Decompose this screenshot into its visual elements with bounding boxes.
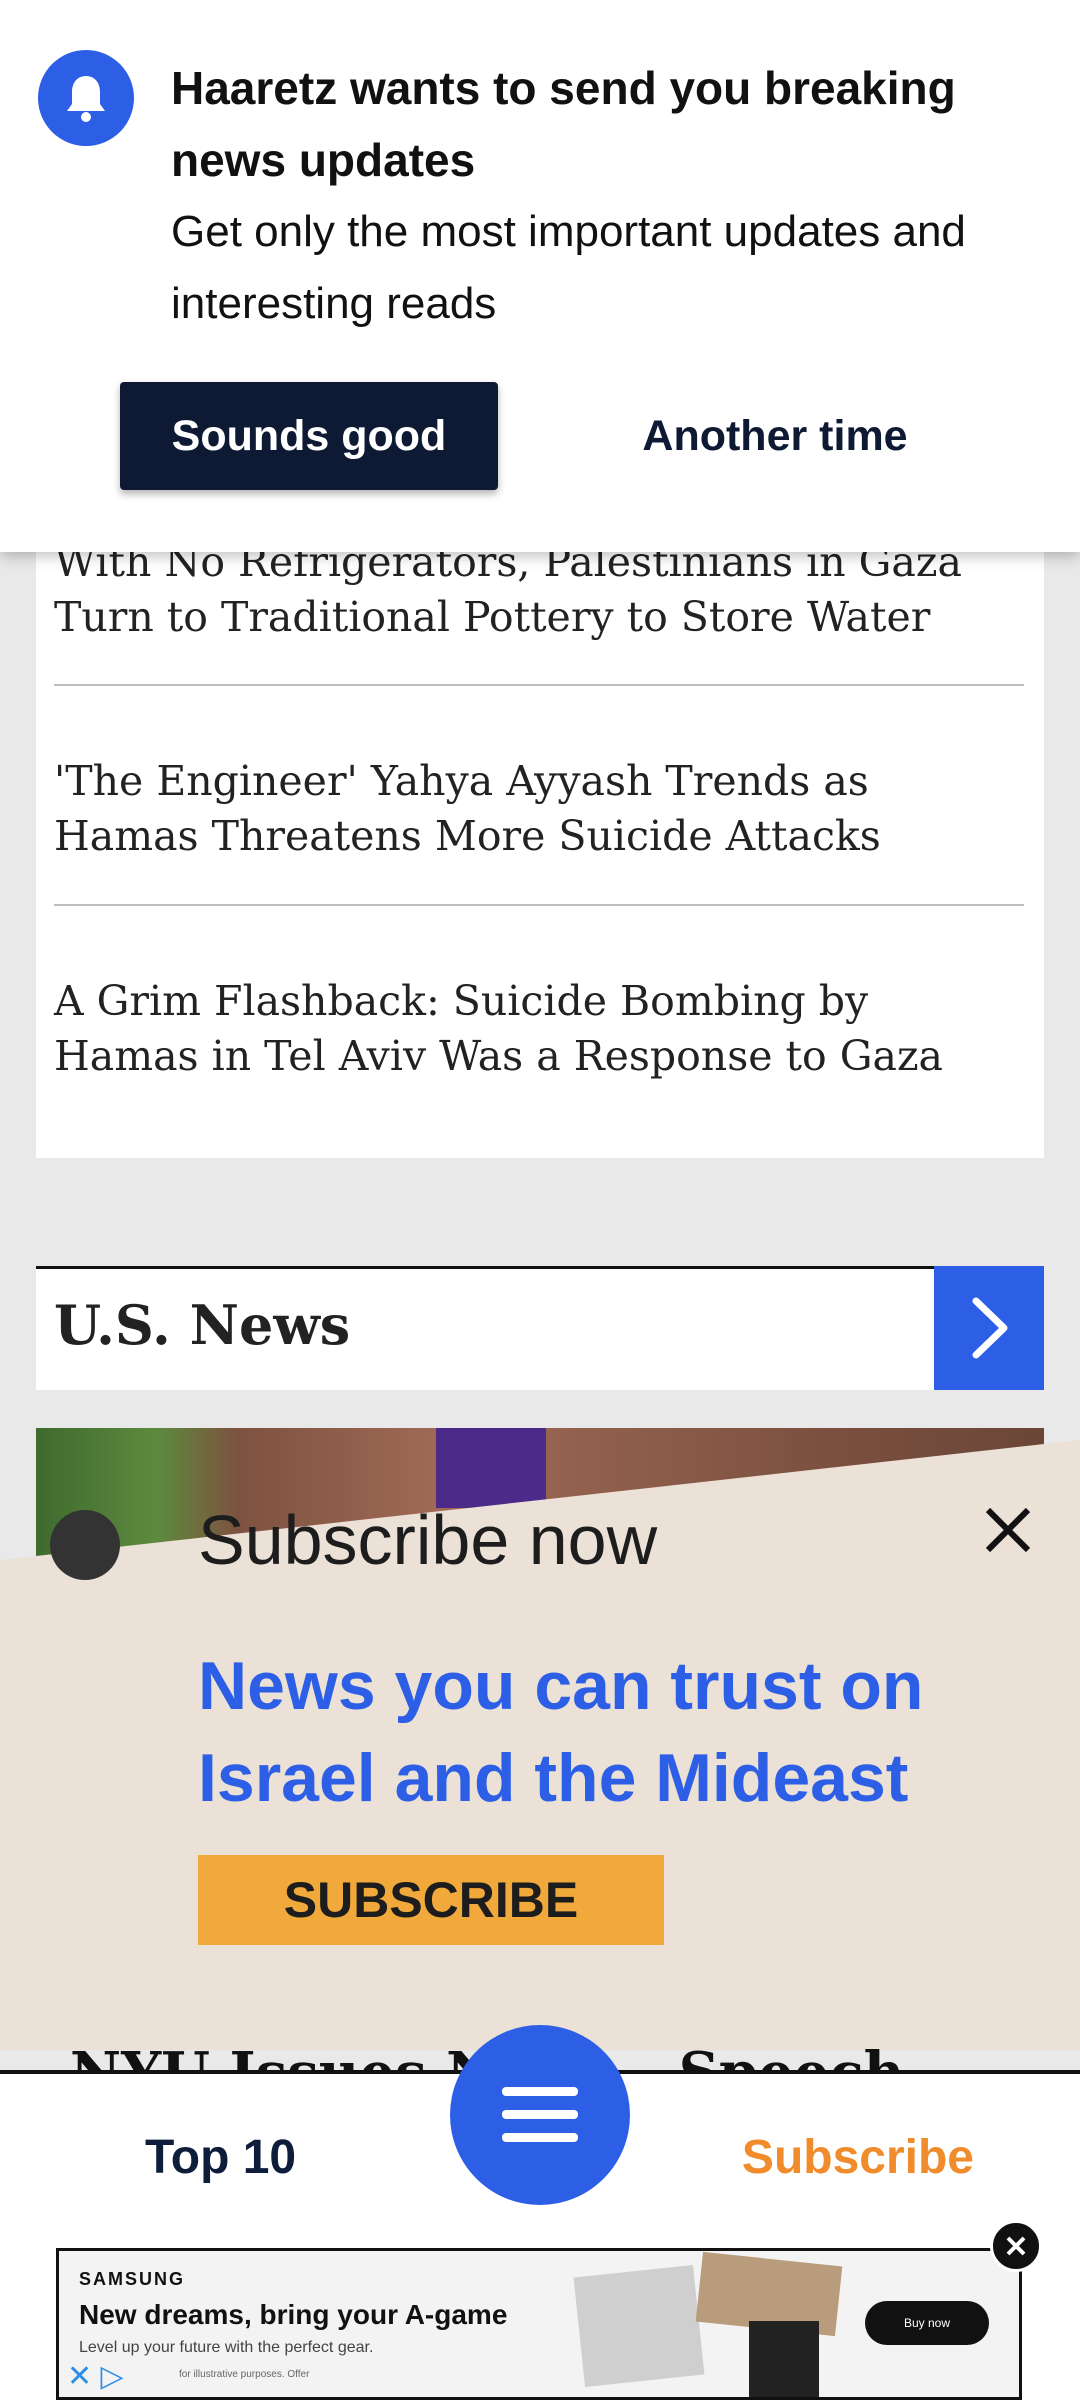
section-title: U.S. News — [54, 1293, 351, 1357]
subscribe-headline: News you can trust on Israel and the Mid… — [198, 1648, 924, 1816]
ad-close-icon[interactable] — [990, 2220, 1042, 2272]
menu-button[interactable] — [450, 2025, 630, 2205]
subscribe-button[interactable]: SUBSCRIBE — [198, 1855, 664, 1945]
subscribe-link[interactable]: Subscribe — [742, 2130, 974, 2185]
subscribe-heading: Subscribe now — [198, 1501, 658, 1579]
ad-phone-image — [749, 2321, 819, 2397]
chevron-right-icon — [972, 1297, 1008, 1359]
section-header[interactable]: U.S. News — [36, 1266, 1044, 1390]
another-time-button[interactable]: Another time — [600, 382, 950, 490]
top10-link[interactable]: Top 10 — [145, 2130, 296, 2185]
divider — [54, 904, 1024, 906]
prompt-body: Get only the most important updates and … — [171, 207, 966, 328]
article-link[interactable]: 'The Engineer' Yahya Ayyash Trends as Ha… — [54, 754, 1024, 864]
article-link[interactable]: A Grim Flashback: Suicide Bombing by Ham… — [54, 974, 1024, 1084]
ad-disclaimer: for illustrative purposes. Offer — [179, 2369, 310, 2380]
ad-brand: SAMSUNG — [79, 2269, 186, 2289]
adchoices-icon[interactable]: ✕ ▷ — [67, 2359, 124, 2394]
hamburger-menu-icon — [502, 2087, 578, 2142]
ad-headline: New dreams, bring your A-game — [79, 2299, 508, 2330]
prompt-title: Haaretz wants to send you breaking news … — [171, 62, 956, 186]
avatar-icon — [50, 1510, 120, 1580]
ad-subtext: Level up your future with the perfect ge… — [79, 2339, 374, 2356]
section-arrow-button[interactable] — [934, 1266, 1044, 1390]
article-list: With No Refrigerators, Palestinians in G… — [36, 520, 1044, 1158]
close-icon[interactable] — [980, 1502, 1036, 1558]
bell-icon — [38, 50, 134, 146]
advertisement[interactable]: SAMSUNG New dreams, bring your A-game Le… — [56, 2248, 1022, 2400]
divider — [54, 684, 1024, 686]
notification-prompt: Haaretz wants to send you breaking news … — [0, 0, 1080, 552]
sounds-good-button[interactable]: Sounds good — [120, 382, 498, 490]
ad-product-image — [573, 2265, 705, 2387]
flag-image — [436, 1428, 546, 1508]
ad-buy-button[interactable]: Buy now — [865, 2301, 989, 2345]
